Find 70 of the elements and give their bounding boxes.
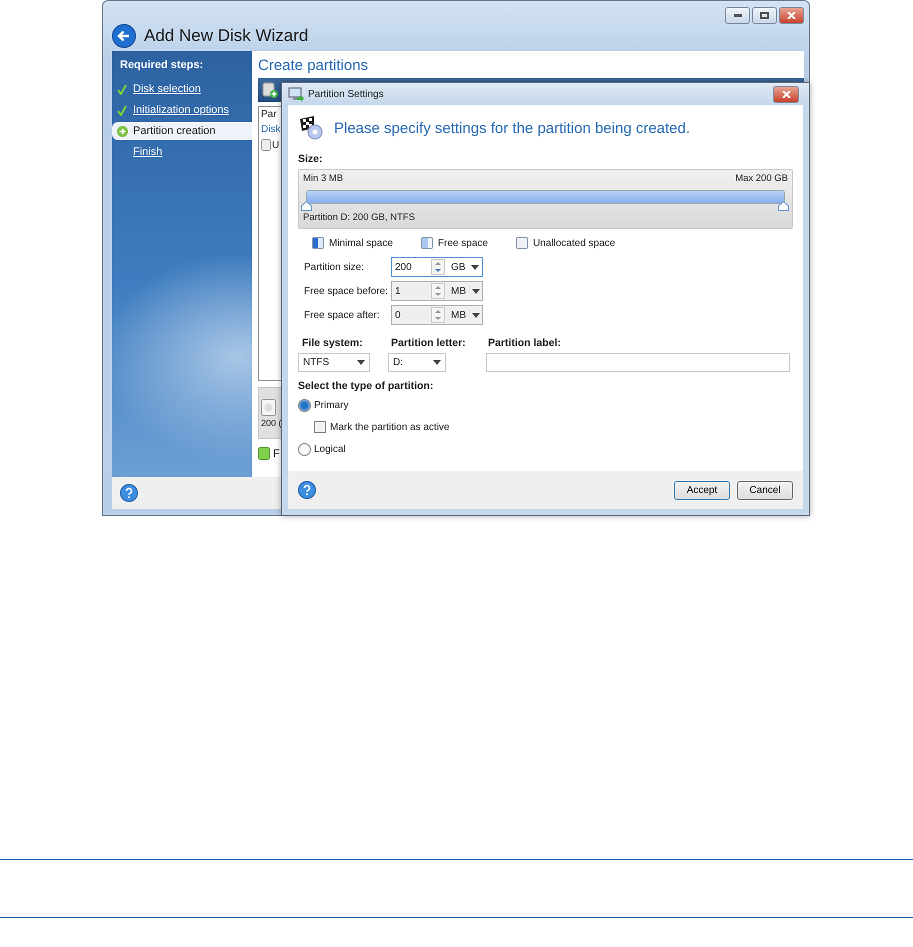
maximize-icon — [760, 12, 769, 19]
legend-swatch — [516, 237, 528, 249]
size-label: Size: — [298, 153, 324, 165]
field-label: Partition letter: — [391, 337, 467, 349]
section-label: Select the type of partition: — [298, 380, 434, 392]
legend-swatch — [420, 237, 433, 249]
add-disk-icon[interactable] — [262, 82, 278, 98]
legend-label: Minimal space — [329, 238, 393, 248]
partition-letter-dropdown[interactable]: D: — [388, 353, 446, 372]
sidebar-heading: Required steps: — [119, 59, 204, 73]
dropdown-caret-icon[interactable] — [433, 360, 441, 365]
partition-type-radio[interactable]: Primary — [298, 394, 793, 416]
step-link[interactable]: Initialization options — [112, 101, 250, 119]
spin-field[interactable]: 200 GB — [391, 257, 483, 277]
table-item: U — [272, 140, 280, 150]
field-label: Partition label: — [488, 337, 562, 349]
back-icon[interactable] — [112, 24, 136, 48]
dropdown-caret-icon[interactable] — [472, 312, 480, 318]
field-label: Free space after: — [304, 310, 381, 320]
partition-type-radio[interactable]: Logical — [298, 438, 793, 460]
check-icon — [117, 104, 127, 116]
close-icon — [787, 12, 796, 19]
spin-field[interactable]: 0 MB — [391, 305, 483, 325]
check-icon — [117, 84, 127, 94]
min-label: Min 3 MB — [303, 173, 344, 184]
legend-swatch — [312, 237, 324, 249]
legend-label: F — [273, 448, 280, 460]
spin-field[interactable]: 1 MB — [391, 281, 483, 301]
file-system-dropdown[interactable]: NTFS — [298, 353, 370, 372]
spin-arrows-icon[interactable] — [431, 283, 445, 299]
spin-arrows-icon[interactable] — [431, 259, 445, 275]
computer-icon — [288, 86, 304, 102]
dialog-button[interactable]: Cancel — [737, 480, 793, 500]
dropdown-caret-icon[interactable] — [357, 360, 365, 365]
field-label: Partition size: — [304, 262, 366, 272]
page-title: Create partitions — [258, 57, 370, 74]
help-icon[interactable] — [298, 481, 316, 499]
max-label: Max 200 GB — [735, 173, 788, 184]
step-link[interactable]: Finish — [112, 143, 250, 161]
disk-size: 200 ( — [261, 418, 282, 428]
maximize-button[interactable] — [752, 7, 777, 24]
slider-caption: Partition D: 200 GB, NTFS — [303, 212, 416, 223]
dropdown-caret-icon[interactable] — [472, 288, 480, 294]
active-checkbox[interactable]: Mark the partition as active — [298, 416, 793, 438]
spin-arrows-icon[interactable] — [431, 307, 445, 323]
close-icon — [782, 91, 790, 98]
legend-label: Unallocated space — [532, 238, 616, 248]
flag-gear-icon — [298, 115, 324, 141]
slider-handle[interactable] — [778, 201, 789, 211]
field-label: Free space before: — [304, 286, 389, 296]
table-cell: Disk — [261, 124, 280, 135]
minimize-button[interactable] — [725, 7, 750, 24]
arrow-icon — [117, 126, 128, 136]
partition-label-field[interactable] — [486, 353, 790, 372]
dialog-heading: Please specify settings for the partition being created. — [334, 120, 690, 136]
dropdown-caret-icon[interactable] — [471, 264, 480, 270]
dialog-title: Partition Settings — [308, 88, 384, 100]
help-icon[interactable] — [120, 484, 138, 502]
field-label: File system: — [302, 337, 364, 349]
dialog-button[interactable]: Accept — [674, 480, 730, 500]
slider-handle[interactable] — [301, 201, 312, 211]
legend-label: Free space — [438, 238, 488, 248]
close-button[interactable] — [773, 86, 799, 103]
window-title: Add New Disk Wizard — [144, 26, 308, 46]
legend-swatch-icon — [258, 447, 270, 460]
close-button[interactable] — [779, 7, 804, 24]
step-link[interactable]: Disk selection — [112, 80, 250, 98]
step-link[interactable]: Partition creation — [112, 122, 252, 140]
minimize-icon — [734, 14, 742, 17]
table-header: Par — [261, 109, 277, 120]
